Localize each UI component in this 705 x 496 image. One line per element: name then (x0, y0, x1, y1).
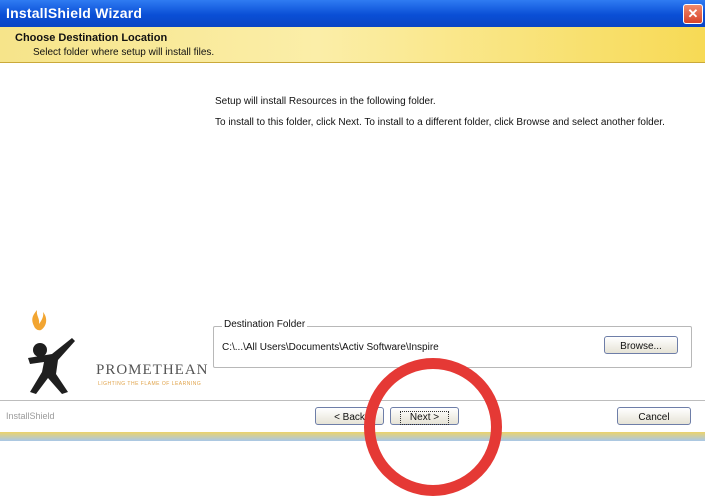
header-subtitle: Select folder where setup will install f… (33, 47, 215, 58)
wizard-header: Choose Destination Location Select folde… (0, 27, 705, 63)
next-button[interactable]: Next > (390, 407, 459, 425)
destination-path: C:\...\All Users\Documents\Activ Softwar… (222, 342, 439, 353)
destination-folder-label: Destination Folder (222, 319, 308, 330)
cancel-button[interactable]: Cancel (617, 407, 691, 425)
logo-wordmark: PROMETHEAN (96, 362, 209, 378)
window-title: InstallShield Wizard (6, 5, 143, 21)
footer-separator (0, 400, 705, 401)
taskbar-strip (0, 432, 705, 441)
browse-button[interactable]: Browse... (604, 336, 678, 354)
installshield-wizard-window: InstallShield Wizard ✕ Choose Destinatio… (0, 0, 705, 432)
wizard-content: Setup will install Resources in the foll… (0, 62, 705, 400)
install-info-text: Setup will install Resources in the foll… (215, 96, 436, 107)
back-button[interactable]: < Back (315, 407, 384, 425)
logo-tagline: LIGHTING THE FLAME OF LEARNING (98, 381, 202, 387)
next-button-label: Next > (399, 411, 450, 425)
install-instructions-text: To install to this folder, click Next. T… (215, 117, 665, 128)
header-title: Choose Destination Location (15, 32, 168, 44)
close-button[interactable]: ✕ (683, 4, 703, 24)
title-bar[interactable]: InstallShield Wizard ✕ (0, 0, 705, 27)
destination-folder-group: Destination Folder C:\...\All Users\Docu… (213, 319, 692, 368)
promethean-figure-icon (28, 310, 75, 394)
close-icon: ✕ (687, 6, 699, 21)
promethean-logo: PROMETHEAN LIGHTING THE FLAME OF LEARNIN… (20, 310, 210, 395)
installshield-brand: InstallShield (6, 411, 55, 421)
